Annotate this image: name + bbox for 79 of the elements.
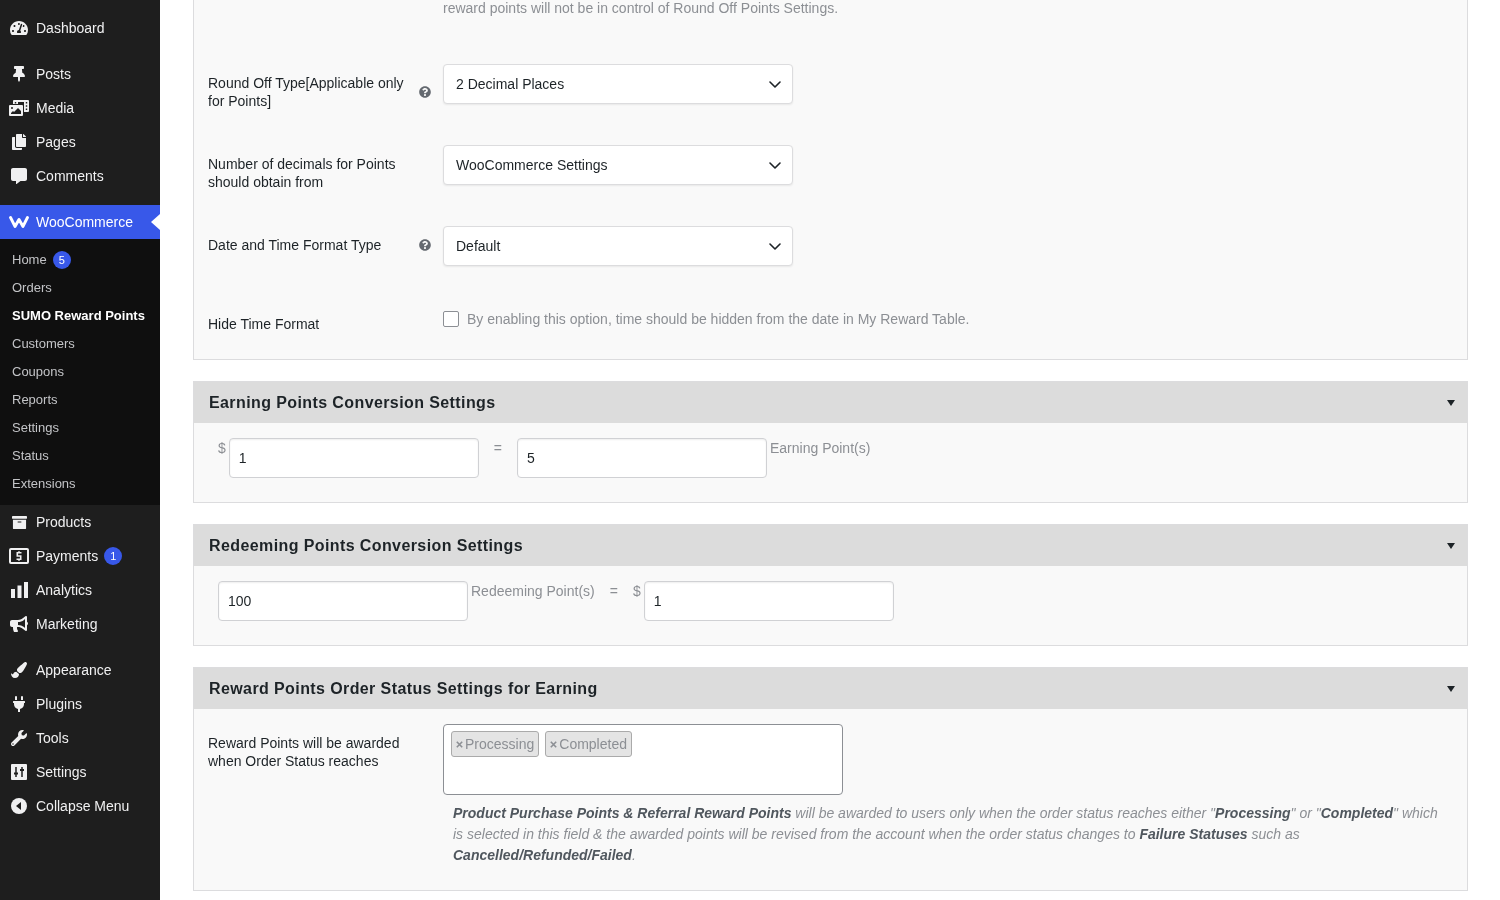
sidebar-item[interactable]: Pages xyxy=(0,125,160,159)
remove-icon xyxy=(456,740,463,748)
submenu-item[interactable]: SUMO Reward Points xyxy=(0,302,160,330)
panel-title: Redeeming Points Conversion Settings xyxy=(209,535,523,556)
panel-header[interactable]: Reward Points Order Status Settings for Earning xyxy=(194,668,1467,709)
field-label: Reward Points will be awarded when Order Status reaches xyxy=(208,734,401,770)
sidebar-item[interactable]: Marketing xyxy=(0,607,160,641)
number-input[interactable]: 5 xyxy=(517,438,767,478)
caret-down-icon xyxy=(1447,399,1455,406)
submenu-item[interactable]: Extensions xyxy=(0,470,160,498)
wrench-icon xyxy=(11,730,27,746)
count-badge: 1 xyxy=(104,547,123,565)
select-field[interactable]: WooCommerce Settings xyxy=(443,145,793,185)
chevron-down-icon xyxy=(769,80,781,88)
count-badge: 5 xyxy=(52,251,71,269)
submenu-item[interactable]: Coupons xyxy=(0,358,160,386)
field-label: Round Off Type[Applicable only for Points] xyxy=(208,74,405,110)
field-label: Hide Time Format xyxy=(208,315,321,333)
sliders-icon xyxy=(11,764,27,780)
field-description: reward points will not be in control of Round Off Points Settings. xyxy=(442,0,840,16)
panel-title: Earning Points Conversion Settings xyxy=(209,392,496,413)
submenu-item[interactable]: Orders xyxy=(0,274,160,302)
checkbox-description: By enabling this option, time should be hidden from the date in My Reward Table. xyxy=(467,310,970,328)
sidebar-item[interactable]: Tools xyxy=(0,721,160,755)
sidebar-item[interactable]: Posts xyxy=(0,57,160,91)
equals-sign: = xyxy=(493,439,502,457)
sidebar-item[interactable]: Collapse Menu xyxy=(0,789,160,823)
sidebar-item[interactable]: WooCommerce xyxy=(0,205,160,239)
unit-label: Redeeming Point(s) xyxy=(471,582,595,600)
submenu-item[interactable]: Home 5 xyxy=(0,246,160,274)
number-input[interactable]: 1 xyxy=(643,581,894,621)
submenu-item[interactable]: Settings xyxy=(0,414,160,442)
caret-down-icon xyxy=(1447,542,1455,549)
submenu-item[interactable]: Reports xyxy=(0,386,160,414)
bar-chart-icon xyxy=(10,582,28,598)
panel-title: Reward Points Order Status Settings for Earning xyxy=(209,678,598,699)
select-field[interactable]: 2 Decimal Places xyxy=(443,64,793,104)
field-description: Product Purchase Points & Referral Reward Points will be awarded to users only when the order status reaches either "Processing" or "Completed" which is selected in this field & the awarded points will be revised from the account when the order status changes to Failure Statuses such as Cancelled/Refunded/Failed. xyxy=(452,804,1439,865)
speech-bubble-icon xyxy=(11,168,27,184)
archive-box-icon xyxy=(11,514,27,530)
sidebar-item[interactable]: Products xyxy=(0,505,160,539)
unit-label: Earning Point(s) xyxy=(770,439,871,457)
sidebar-item[interactable]: Plugins xyxy=(0,687,160,721)
gauge-icon xyxy=(10,20,28,36)
number-input[interactable]: 1 xyxy=(228,438,479,478)
remove-icon xyxy=(550,740,558,748)
select-field[interactable]: Default xyxy=(443,226,793,266)
dollar-card-icon xyxy=(9,548,29,564)
megaphone-icon xyxy=(10,616,28,632)
unit-label: $ xyxy=(632,582,641,600)
chevron-down-icon xyxy=(769,161,781,169)
panel-header[interactable]: Redeeming Points Conversion Settings xyxy=(194,525,1467,566)
sidebar-item[interactable]: Media xyxy=(0,91,160,125)
submenu-item[interactable]: Status xyxy=(0,442,160,470)
documents-icon xyxy=(12,134,26,150)
help-icon[interactable] xyxy=(419,239,431,251)
sidebar-item[interactable]: Analytics xyxy=(0,573,160,607)
sidebar-item[interactable]: Settings xyxy=(0,755,160,789)
caret-down-icon xyxy=(1447,685,1455,692)
chevron-down-icon xyxy=(769,242,781,250)
sidebar-item[interactable]: Appearance xyxy=(0,653,160,687)
panel-header[interactable]: Earning Points Conversion Settings xyxy=(194,382,1467,423)
field-label: Date and Time Format Type xyxy=(208,236,383,254)
pin-icon xyxy=(13,66,25,82)
sidebar-item[interactable]: Dashboard xyxy=(0,11,160,45)
photo-film-icon xyxy=(9,100,29,116)
checkbox[interactable] xyxy=(443,311,459,327)
equals-sign: = xyxy=(609,582,618,600)
logo-icon xyxy=(9,216,29,228)
pointer-triangle-icon xyxy=(151,214,160,230)
plug-icon xyxy=(13,696,25,712)
sidebar-item[interactable]: Comments xyxy=(0,159,160,193)
unit-label: $ xyxy=(218,439,226,457)
paintbrush-icon xyxy=(11,662,27,678)
sidebar-item[interactable]: Payments 1 xyxy=(0,539,160,573)
help-icon[interactable] xyxy=(419,86,431,98)
field-label: Number of decimals for Points should obtain from xyxy=(208,155,397,191)
number-input[interactable]: 100 xyxy=(218,581,468,621)
submenu-item[interactable]: Customers xyxy=(0,330,160,358)
